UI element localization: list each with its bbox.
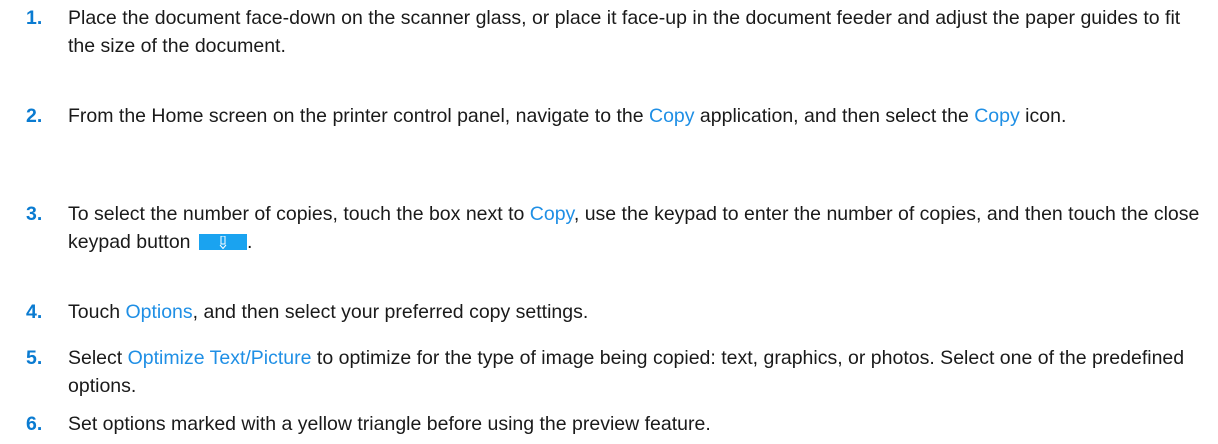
step-number: 2. [26, 105, 43, 127]
options-link[interactable]: Options [125, 301, 192, 323]
step-number: 4. [26, 301, 43, 323]
copy-app-link[interactable]: Copy [649, 105, 695, 127]
copy-icon-link[interactable]: Copy [974, 105, 1020, 127]
step-number: 1. [26, 7, 43, 29]
step-text: Select Optimize Text/Picture to optimize… [68, 344, 1208, 400]
step-text-segment: Place the document face-down on the scan… [68, 7, 1181, 57]
step-text: From the Home screen on the printer cont… [68, 102, 1208, 130]
step-text-segment: Select [68, 347, 128, 369]
keypad-glyph-icon [219, 236, 227, 249]
step-text-segment: From the Home screen on the printer cont… [68, 105, 649, 127]
step-number: 3. [26, 203, 43, 225]
step-text-segment: Set options marked with a yellow triangl… [68, 413, 711, 435]
step-text: To select the number of copies, touch th… [68, 200, 1208, 256]
step-text-segment: application, and then select the [694, 105, 975, 127]
step-text-segment: . [246, 231, 253, 253]
step-text: Set options marked with a yellow triangl… [68, 410, 1208, 438]
close-keypad-icon[interactable] [198, 234, 247, 250]
step-text-segment: icon. [1019, 105, 1067, 127]
step-text-segment: Touch [68, 301, 126, 323]
step-text-segment: , and then select your preferred copy se… [192, 301, 589, 323]
copy-link[interactable]: Copy [530, 203, 574, 225]
step-text-segment: To select the number of copies, touch th… [68, 203, 530, 225]
step-number: 6. [26, 413, 43, 435]
step-number: 5. [26, 347, 43, 369]
step-text: Touch Options, and then select your pref… [68, 298, 1208, 326]
step-text: Place the document face-down on the scan… [68, 4, 1208, 60]
optimize-text-picture-link[interactable]: Optimize Text/Picture [128, 347, 312, 369]
